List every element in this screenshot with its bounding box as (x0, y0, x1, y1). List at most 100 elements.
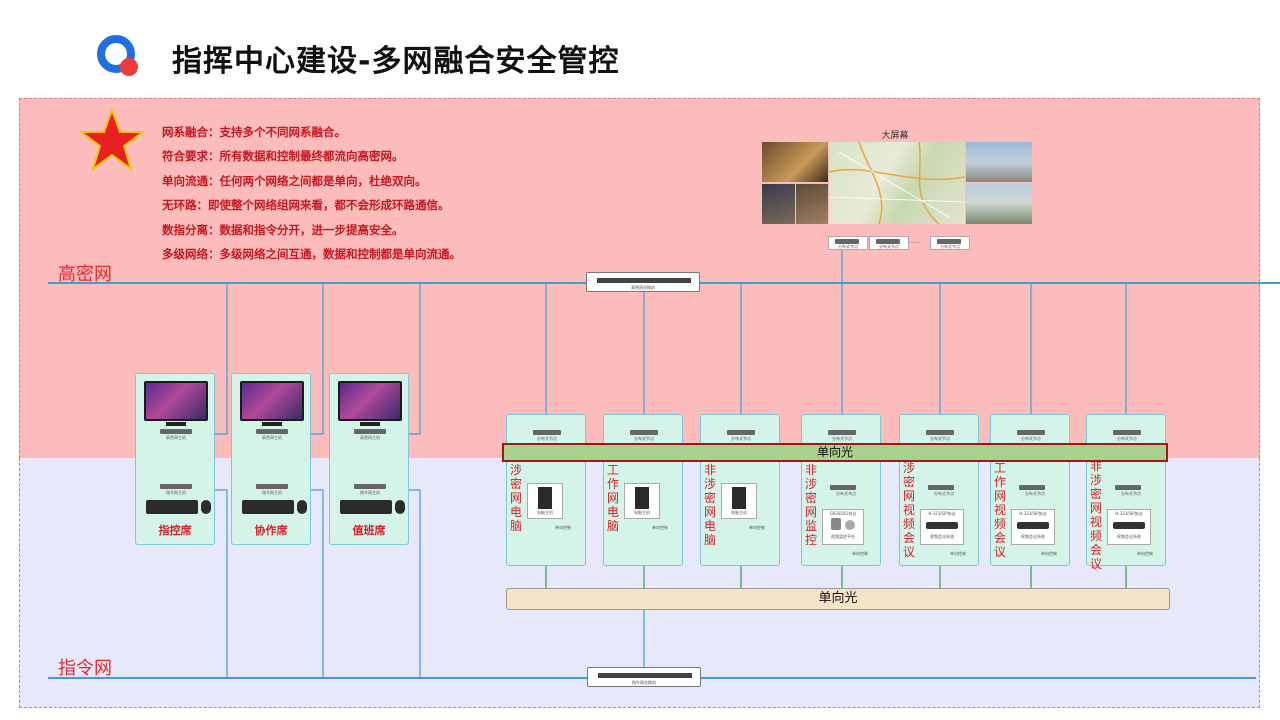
single-control-label: 单向控制 (1041, 551, 1057, 556)
workstation[interactable]: 高密网主机 指令网主机 值班席 (329, 373, 409, 545)
video-conference-icon: H.323/SIP协议 视频会议系统 (1011, 509, 1055, 545)
single-control-label: 单向控制 (950, 551, 966, 556)
protocol-label: H.323/SIP协议 (1115, 511, 1143, 516)
node-device-icon (1115, 485, 1141, 490)
keyboard-icon (340, 500, 392, 514)
workstation[interactable]: 高密网主机 指令网主机 协作席 (231, 373, 311, 545)
network-lines (48, 248, 1280, 679)
seat-label: 值班席 (352, 524, 386, 537)
host-device-icon (354, 484, 386, 489)
subsystem-box[interactable]: 分布式节点 工作网电脑 电脑主机 单向控制 (603, 414, 683, 566)
unidirectional-optical-bottom: 单向光 (506, 588, 1170, 610)
camera-platform-icon: GB28181协议 视频监控平台 (822, 509, 864, 545)
host-label: 高密网主机 (262, 435, 282, 440)
switch-label: 高密网交换机 (631, 285, 655, 290)
subsystem-box[interactable]: 分布式节点 非涉密网监控 分布式节点 GB28181协议 视频监控平台 单向控制 (801, 414, 881, 566)
single-control-label: 单向控制 (852, 551, 868, 556)
host-label: 高密网主机 (360, 435, 380, 440)
host-label: 高密网主机 (166, 435, 186, 440)
bigscreen-node: 分布式节点 (930, 236, 970, 250)
workstation[interactable]: 高密网主机 指令网主机 指控席 (135, 373, 215, 545)
host-label: 指令网主机 (262, 490, 282, 495)
node-device-icon (1019, 485, 1045, 490)
seat-label: 指控席 (158, 524, 192, 537)
big-screen (762, 141, 1032, 225)
subsystem-label: 涉密网电脑 (510, 463, 523, 533)
seat-label: 协作席 (254, 524, 288, 537)
device-label: 视频会议系统 (930, 534, 954, 539)
host-label: 指令网主机 (166, 490, 186, 495)
host-device-icon (256, 484, 288, 489)
single-control-label: 单向控制 (555, 525, 571, 530)
bigscreen-node-label: 分布式节点 (838, 244, 858, 249)
protocol-label: H.323/SIP协议 (928, 511, 956, 516)
node-label: 分布式节点 (537, 436, 557, 441)
subsystem-label: 非涉密网监控 (805, 463, 818, 547)
subsystem-box[interactable]: 分布式节点 工作网视频会议 分布式节点 H.323/SIP协议 视频会议系统 单… (990, 414, 1070, 566)
node-label: 分布式节点 (1021, 436, 1041, 441)
host-device-icon (160, 429, 192, 434)
subsystem-box[interactable]: 分布式节点 非涉密网视频会议 分布式节点 H.323/SIP协议 视频会议系统 … (1086, 414, 1166, 571)
device-label: 视频会议系统 (1117, 534, 1141, 539)
bigscreen-node: 分布式节点 (828, 236, 868, 250)
video-conference-icon: H.323/SIP协议 视频会议系统 (1107, 509, 1151, 545)
node-label: 分布式节点 (1121, 491, 1141, 496)
keyboard-icon (242, 500, 294, 514)
device-label: 电脑主机 (634, 510, 650, 515)
host-device-icon (160, 484, 192, 489)
subsystem-label: 非涉密网视频会议 (1090, 459, 1103, 571)
keyboard-icon (146, 500, 198, 514)
node-device-icon (928, 485, 954, 490)
monitor-icon (144, 381, 208, 421)
node-device-icon (727, 430, 755, 435)
monitor-stand-icon (360, 422, 380, 426)
meeting-room-image (762, 142, 828, 182)
protocol-label: H.323/SIP协议 (1019, 511, 1047, 516)
device-label: 视频会议系统 (1021, 534, 1045, 539)
node-label: 分布式节点 (731, 436, 751, 441)
host-device-icon (256, 429, 288, 434)
city-image (966, 184, 1032, 224)
mouse-icon (297, 500, 307, 514)
subsystem-box[interactable]: 分布式节点 非涉密网电脑 电脑主机 单向控制 (700, 414, 780, 566)
node-device-icon (926, 430, 954, 435)
single-control-label: 单向控制 (652, 525, 668, 530)
monitor-icon (338, 381, 402, 421)
switch-port-bar (597, 278, 691, 283)
node-device-icon (533, 430, 561, 435)
switch-label: 指令网交换机 (632, 680, 656, 685)
pc-host-icon: 电脑主机 (624, 483, 660, 519)
node-device-icon (1017, 430, 1045, 435)
single-control-label: 单向控制 (749, 525, 765, 530)
big-screen-label: 大屏幕 (881, 131, 909, 141)
subsystem-box[interactable]: 分布式节点 涉密网电脑 电脑主机 单向控制 (506, 414, 586, 566)
mouse-icon (395, 500, 405, 514)
monitor-stand-icon (262, 422, 282, 426)
mouse-icon (201, 500, 211, 514)
protocol-label: GB28181协议 (829, 511, 857, 516)
pc-host-icon: 电脑主机 (527, 483, 563, 519)
device-label: 电脑主机 (731, 510, 747, 515)
node-label: 分布式节点 (1025, 491, 1045, 496)
monitor-stand-icon (166, 422, 186, 426)
pc-host-icon: 电脑主机 (721, 483, 757, 519)
subsystem-label: 工作网电脑 (607, 463, 620, 533)
node-device-icon (630, 430, 658, 435)
host-device-icon (354, 429, 386, 434)
node-label: 分布式节点 (832, 436, 852, 441)
video-conference-icon: H.323/SIP协议 视频会议系统 (920, 509, 964, 545)
bigscreen-node-label: 分布式节点 (879, 244, 899, 249)
meeting-room-image (796, 184, 828, 224)
subsystem-label: 涉密网视频会议 (903, 461, 916, 559)
unidirectional-optical-top: 单向光 (502, 443, 1168, 462)
single-control-label: 单向控制 (1137, 551, 1153, 556)
node-label: 分布式节点 (836, 491, 856, 496)
command-network-switch[interactable]: 指令网交换机 (587, 667, 701, 687)
subsystem-box[interactable]: 分布式节点 涉密网视频会议 分布式节点 H.323/SIP协议 视频会议系统 单… (899, 414, 979, 566)
node-device-icon (1113, 430, 1141, 435)
high-network-switch[interactable]: 高密网交换机 (586, 272, 700, 292)
node-label: 分布式节点 (1117, 436, 1137, 441)
node-label: 分布式节点 (634, 436, 654, 441)
map-image (828, 141, 966, 225)
subsystem-label: 非涉密网电脑 (704, 463, 717, 547)
